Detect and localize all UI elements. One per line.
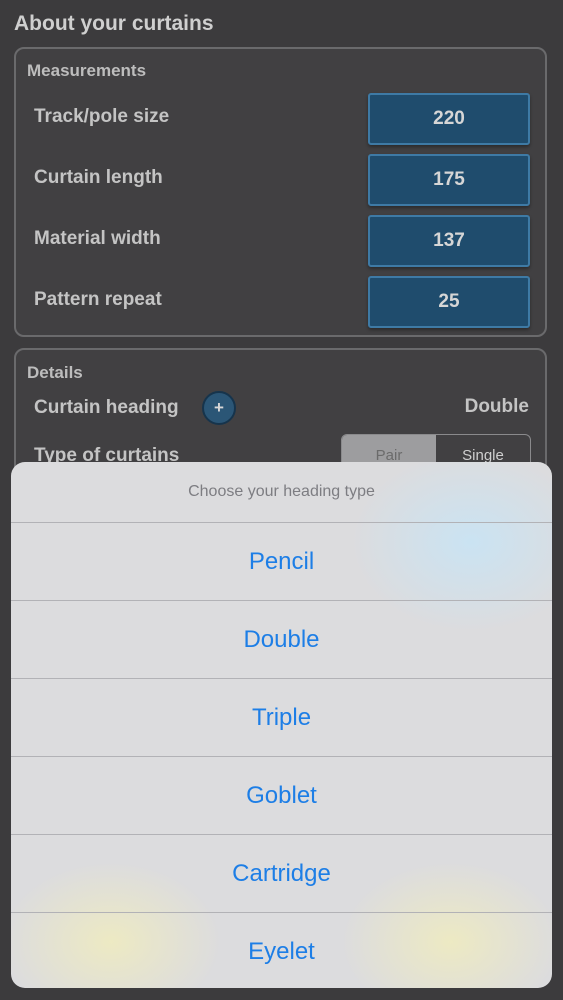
curtain-length-input[interactable]: 175 [368,154,530,206]
track-pole-size-input[interactable]: 220 [368,93,530,145]
plus-icon: + [214,398,224,417]
page-title: About your curtains [14,12,214,35]
option-goblet[interactable]: Goblet [11,756,552,834]
curtain-heading-value: Double [464,396,529,417]
curtain-heading-label: Curtain heading [34,397,179,418]
action-sheet-title: Choose your heading type [188,483,375,500]
details-title: Details [27,363,83,382]
curtain-length-label: Curtain length [34,167,163,188]
material-width-label: Material width [34,228,161,249]
option-pencil[interactable]: Pencil [11,522,552,600]
pattern-repeat-input[interactable]: 25 [368,276,530,328]
option-eyelet[interactable]: Eyelet [11,912,552,988]
track-pole-size-label: Track/pole size [34,106,170,127]
add-heading-button[interactable]: + [202,391,236,425]
option-cartridge[interactable]: Cartridge [11,834,552,912]
option-triple[interactable]: Triple [11,678,552,756]
page-background: About your curtains Measurements Track/p… [0,0,563,1000]
measurements-title: Measurements [27,61,147,80]
material-width-input[interactable]: 137 [368,215,530,267]
heading-type-action-sheet: Choose your heading type Pencil Double T… [11,462,552,988]
measurements-card: Measurements Track/pole size 220 Curtain… [14,47,547,337]
option-double[interactable]: Double [11,600,552,678]
pattern-repeat-label: Pattern repeat [34,289,162,310]
